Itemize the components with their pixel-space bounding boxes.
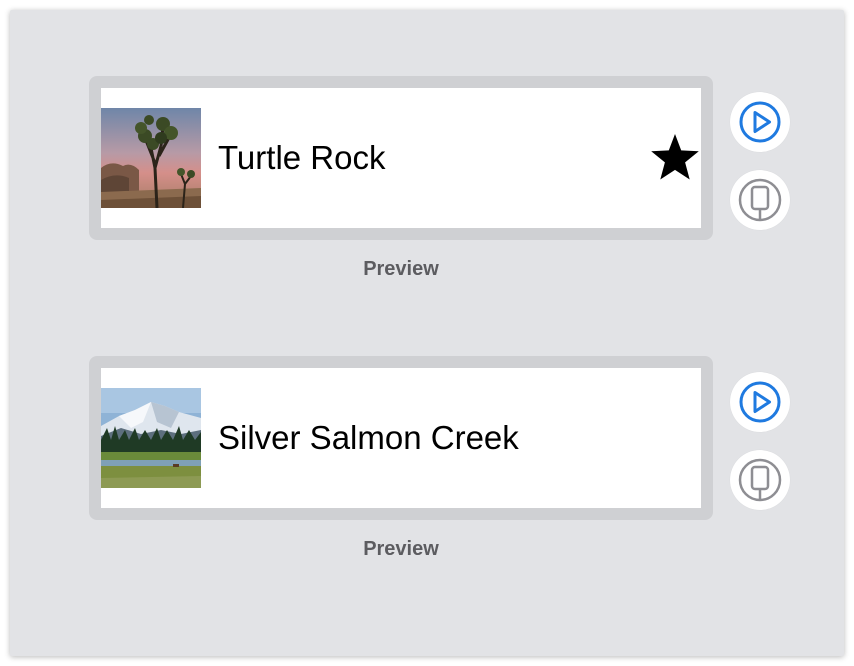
preview-label: Preview — [363, 258, 439, 280]
landmark-name: Silver Salmon Creek — [218, 419, 519, 456]
star-filled-icon — [651, 134, 699, 180]
preview-canvas: Turtle Rock Preview Silver Salmon Creek … — [10, 10, 844, 656]
play-circle-icon — [739, 101, 781, 143]
landmark-row: Silver Salmon Creek — [101, 368, 701, 508]
mountain-meadow-photo — [101, 388, 201, 488]
landmark-row: Turtle Rock — [101, 88, 701, 228]
landmark-thumbnail — [101, 388, 201, 488]
preview-group-turtle-rock: Turtle Rock Preview — [10, 76, 844, 296]
device-circle-icon — [738, 178, 782, 222]
landmark-name: Turtle Rock — [218, 139, 386, 176]
joshua-tree-photo — [101, 108, 201, 208]
play-circle-icon — [739, 381, 781, 423]
live-preview-button[interactable] — [730, 92, 790, 152]
device-preview-button[interactable] — [730, 450, 790, 510]
preview-label: Preview — [363, 538, 439, 560]
preview-frame: Silver Salmon Creek — [89, 356, 713, 520]
live-preview-button[interactable] — [730, 372, 790, 432]
preview-frame: Turtle Rock — [89, 76, 713, 240]
preview-group-silver-salmon-creek: Silver Salmon Creek Preview — [10, 356, 844, 576]
device-circle-icon — [738, 458, 782, 502]
landmark-thumbnail — [101, 108, 201, 208]
device-preview-button[interactable] — [730, 170, 790, 230]
